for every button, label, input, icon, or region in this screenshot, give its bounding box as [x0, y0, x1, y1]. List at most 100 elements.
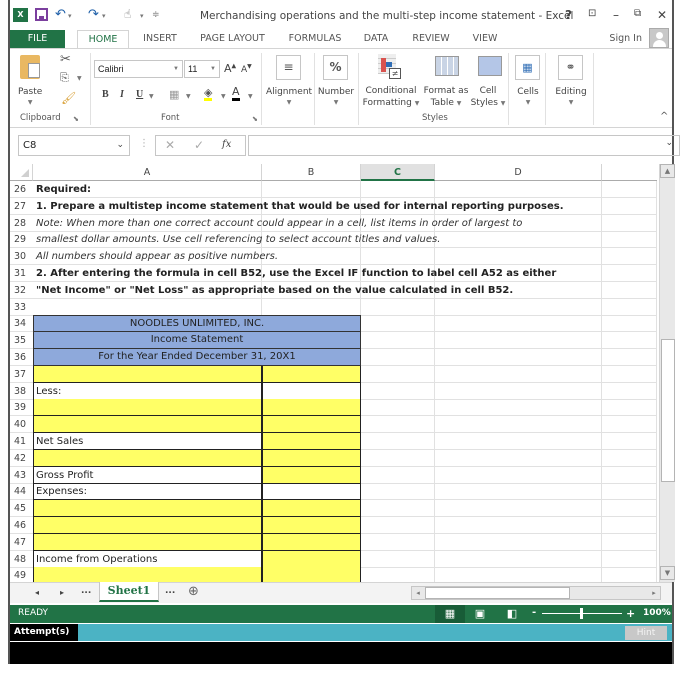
underline-dropdown-icon[interactable]: ▼	[149, 93, 154, 100]
name-box[interactable]: C8 ⌄	[18, 135, 130, 156]
cell-d[interactable]	[435, 248, 602, 266]
column-header-c[interactable]: C	[361, 164, 435, 181]
input-cell-b[interactable]	[262, 567, 361, 582]
cell-e[interactable]	[602, 231, 657, 249]
number-format-icon[interactable]: %	[323, 55, 348, 80]
borders-icon[interactable]: ▦	[169, 88, 179, 101]
cell-a[interactable]	[33, 382, 262, 400]
collapse-ribbon-icon[interactable]: ^	[660, 111, 668, 122]
cell-c[interactable]	[361, 533, 435, 551]
undo-icon[interactable]: ↶	[55, 7, 66, 22]
cell-d[interactable]	[435, 466, 602, 484]
cell-d[interactable]	[435, 567, 602, 582]
shrink-font-icon[interactable]: A▼	[241, 63, 252, 75]
sheet-more-left-button[interactable]: ...	[81, 586, 91, 596]
cell-c[interactable]	[361, 466, 435, 484]
row-header[interactable]: 38	[10, 383, 33, 400]
cell-c[interactable]	[361, 567, 435, 582]
cell-c[interactable]	[361, 399, 435, 417]
customize-qat-icon[interactable]: ≑	[152, 10, 160, 20]
row-header[interactable]: 31	[10, 265, 33, 282]
cell-e[interactable]	[602, 382, 657, 400]
page-break-preview-icon[interactable]: ◧	[497, 605, 527, 623]
formula-input[interactable]: ⌄	[248, 135, 680, 156]
cell-c[interactable]	[361, 181, 435, 198]
cells-button[interactable]: Cells ▼	[515, 87, 541, 107]
cell-e[interactable]	[602, 517, 657, 534]
horizontal-scroll-thumb[interactable]	[425, 587, 570, 599]
borders-dropdown-icon[interactable]: ▼	[186, 93, 191, 100]
cell-e[interactable]	[602, 399, 657, 417]
cell-d[interactable]	[435, 298, 602, 316]
paste-icon[interactable]	[20, 55, 40, 79]
cell-b[interactable]	[262, 181, 361, 198]
paste-button[interactable]: Paste ▼	[18, 87, 42, 107]
cell-d[interactable]	[435, 382, 602, 400]
tab-page-layout[interactable]: PAGE LAYOUT	[195, 30, 270, 48]
row-header[interactable]: 44	[10, 483, 33, 501]
row-header[interactable]: 33	[10, 299, 33, 316]
input-cell-b[interactable]	[262, 517, 361, 534]
cell-e[interactable]	[602, 533, 657, 551]
input-cell-b[interactable]	[262, 550, 361, 568]
cell-d[interactable]	[435, 231, 602, 249]
input-cell-b[interactable]	[262, 399, 361, 417]
sheet-prev-icon[interactable]: ◂	[35, 588, 39, 597]
editing-button[interactable]: Editing ▼	[551, 87, 591, 107]
row-header[interactable]: 30	[10, 248, 33, 266]
input-cell-b[interactable]	[262, 500, 361, 518]
cell-e[interactable]	[602, 500, 657, 518]
tab-home[interactable]: HOME	[77, 30, 129, 49]
tab-data[interactable]: DATA	[360, 30, 392, 48]
cell-d[interactable]	[435, 416, 602, 434]
format-as-table-button[interactable]: Format as Table ▼	[422, 85, 470, 110]
font-color-icon[interactable]: A	[232, 86, 240, 101]
page-layout-view-icon[interactable]: ▣	[465, 605, 495, 623]
cell-e[interactable]	[602, 197, 657, 215]
close-icon[interactable]: ✕	[657, 8, 667, 22]
cell-a[interactable]	[33, 517, 262, 534]
cell-c[interactable]	[361, 433, 435, 450]
cell-c[interactable]	[361, 517, 435, 534]
cell-d[interactable]	[435, 349, 602, 366]
input-cell-b[interactable]	[262, 416, 361, 434]
cell-d[interactable]	[435, 517, 602, 534]
cell-a[interactable]	[33, 449, 262, 467]
row-header[interactable]: 26	[10, 181, 33, 198]
cell-d[interactable]	[435, 533, 602, 551]
cell-e[interactable]	[602, 349, 657, 366]
scroll-right-icon[interactable]: ▸	[648, 587, 660, 599]
header-cell-merged[interactable]: Income Statement	[33, 332, 361, 350]
cell-a[interactable]	[33, 416, 262, 434]
insert-function-icon[interactable]: fx	[222, 139, 231, 150]
fill-color-dropdown-icon[interactable]: ▼	[221, 93, 226, 100]
undo-dropdown-icon[interactable]: ▾	[68, 12, 72, 20]
header-cell-merged[interactable]: For the Year Ended December 31, 20X1	[33, 349, 361, 366]
vertical-scrollbar[interactable]: ▲ ▼	[659, 164, 675, 582]
format-as-table-icon[interactable]	[435, 56, 459, 76]
cell-d[interactable]	[435, 449, 602, 467]
tab-view[interactable]: VIEW	[470, 30, 500, 48]
cell-e[interactable]	[602, 332, 657, 350]
scroll-up-icon[interactable]: ▲	[660, 164, 675, 178]
cell-e[interactable]	[602, 281, 657, 299]
ribbon-display-options-icon[interactable]: ⊡	[588, 8, 596, 19]
touch-mode-icon[interactable]: ☝	[124, 7, 131, 21]
row-header[interactable]: 36	[10, 349, 33, 366]
tab-file[interactable]: FILE	[10, 30, 65, 48]
cell-a[interactable]	[33, 298, 262, 316]
cut-icon[interactable]: ✂	[60, 52, 71, 67]
row-header[interactable]: 39	[10, 399, 33, 417]
cell-a[interactable]	[33, 399, 262, 417]
redo-icon[interactable]: ↷	[88, 7, 99, 22]
tab-formulas[interactable]: FORMULAS	[285, 30, 345, 48]
cell-e[interactable]	[602, 265, 657, 282]
user-avatar-icon[interactable]	[649, 28, 669, 48]
cell-c[interactable]	[361, 298, 435, 316]
sheet-next-icon[interactable]: ▸	[60, 588, 64, 597]
sign-in-link[interactable]: Sign In	[609, 33, 642, 44]
clipboard-launcher-icon[interactable]: ⬊	[73, 115, 79, 123]
cell-e[interactable]	[602, 466, 657, 484]
minimize-icon[interactable]: –	[613, 8, 619, 22]
find-binoculars-icon[interactable]: ⚭	[558, 55, 583, 80]
